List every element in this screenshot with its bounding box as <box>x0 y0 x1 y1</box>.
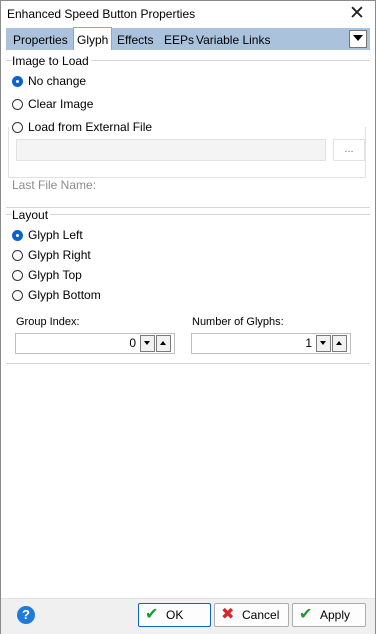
radio-unselected-icon <box>12 290 23 301</box>
apply-button[interactable]: ✔ Apply <box>292 603 366 627</box>
layout-group: Layout Glyph Left Glyph Right Glyph Top … <box>6 208 370 364</box>
tab-bar: Properties Glyph Effects EEPs Variable L… <box>6 27 370 51</box>
tab-effects[interactable]: Effects <box>114 28 156 50</box>
radio-label: Glyph Top <box>28 268 82 282</box>
help-icon[interactable]: ? <box>17 606 35 624</box>
cancel-button[interactable]: ✖ Cancel <box>214 603 289 627</box>
tab-variable-links[interactable]: Variable Links <box>193 28 273 50</box>
radio-label: Clear Image <box>28 97 94 111</box>
title-bar: Enhanced Speed Button Properties ✕ <box>1 1 375 28</box>
window-title: Enhanced Speed Button Properties <box>7 7 196 21</box>
close-icon[interactable]: ✕ <box>345 2 369 26</box>
apply-label: Apply <box>320 608 351 622</box>
radio-label: Glyph Left <box>28 228 83 242</box>
external-file-input[interactable] <box>16 139 326 161</box>
number-of-glyphs-value: 1 <box>305 336 312 350</box>
radio-label: Glyph Bottom <box>28 288 101 302</box>
radio-unselected-icon <box>12 250 23 261</box>
radio-selected-icon <box>12 230 23 241</box>
cross-icon: ✖ <box>221 606 235 623</box>
image-to-load-group: Image to Load No change Clear Image Load… <box>6 54 370 208</box>
radio-label: Glyph Right <box>28 248 91 262</box>
layout-title: Layout <box>12 208 51 222</box>
ok-button[interactable]: ✔ OK <box>138 603 211 627</box>
radio-glyph-top[interactable]: Glyph Top <box>12 267 82 283</box>
radio-selected-icon <box>12 76 23 87</box>
tab-eeps[interactable]: EEPs <box>161 28 197 50</box>
increment-icon[interactable] <box>156 335 171 352</box>
decrement-icon[interactable] <box>140 335 155 352</box>
checkmark-icon: ✔ <box>145 606 159 623</box>
tab-dropdown-button[interactable] <box>349 30 367 48</box>
increment-icon[interactable] <box>332 335 347 352</box>
tab-properties[interactable]: Properties <box>10 28 71 50</box>
browse-button[interactable]: ... <box>333 139 365 161</box>
group-index-label: Group Index: <box>16 316 80 328</box>
chevron-down-icon <box>353 35 363 41</box>
group-index-value: 0 <box>129 336 136 350</box>
group-index-spinner[interactable]: 0 <box>15 333 175 354</box>
dialog-window: Enhanced Speed Button Properties ✕ Prope… <box>0 0 376 634</box>
radio-no-change[interactable]: No change <box>12 73 86 89</box>
radio-clear-image[interactable]: Clear Image <box>12 96 93 112</box>
tab-glyph[interactable]: Glyph <box>73 27 113 51</box>
radio-glyph-right[interactable]: Glyph Right <box>12 247 91 263</box>
image-to-load-title: Image to Load <box>12 54 91 68</box>
last-file-name-label: Last File Name: <box>12 178 97 192</box>
decrement-icon[interactable] <box>316 335 331 352</box>
radio-label: No change <box>28 74 87 88</box>
dialog-footer: ? ✔ OK ✖ Cancel ✔ Apply <box>1 598 375 634</box>
radio-unselected-icon <box>12 99 23 110</box>
number-of-glyphs-label: Number of Glyphs: <box>192 316 284 328</box>
glyph-tab-panel: Image to Load No change Clear Image Load… <box>6 50 370 598</box>
radio-unselected-icon <box>12 270 23 281</box>
cancel-label: Cancel <box>242 608 280 622</box>
radio-glyph-bottom[interactable]: Glyph Bottom <box>12 287 101 303</box>
double-checkmark-icon: ✔ <box>299 606 313 623</box>
radio-glyph-left[interactable]: Glyph Left <box>12 227 83 243</box>
ok-label: OK <box>166 608 184 622</box>
number-of-glyphs-spinner[interactable]: 1 <box>191 333 351 354</box>
